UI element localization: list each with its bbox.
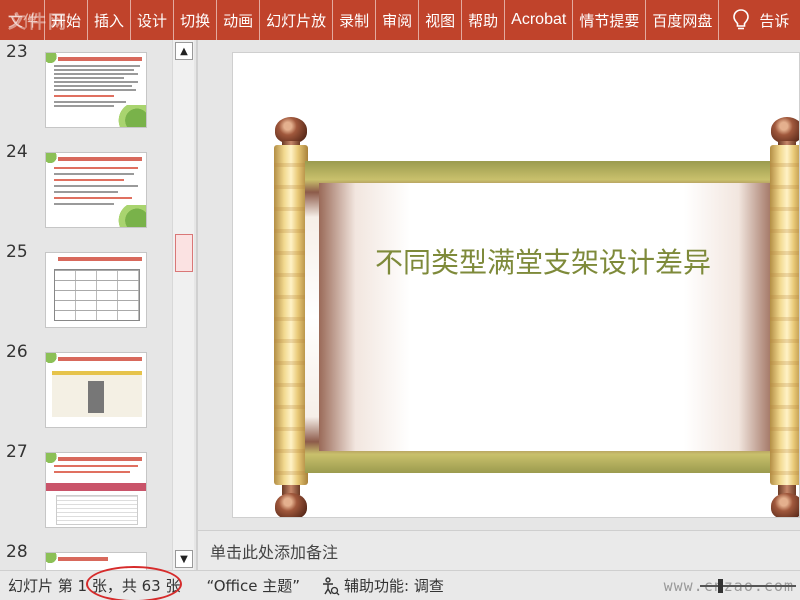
tab-view[interactable]: 视图 [419, 0, 463, 40]
scroll-knob-top-right [771, 117, 799, 143]
slide-editing-area: 不同类型满堂支架设计差异 [198, 40, 800, 530]
notes-pane[interactable]: 单击此处添加备注 [198, 530, 800, 570]
scroll-paper [305, 161, 775, 473]
thumbnail-row[interactable]: 25 [0, 242, 172, 328]
tab-insert[interactable]: 插入 [88, 0, 132, 40]
ribbon-tab-bar: 文件 开始 插入 设计 切换 动画 幻灯片放 录制 审阅 视图 帮助 Acrob… [0, 0, 800, 40]
thumbnail-row[interactable]: 24 [0, 142, 172, 228]
slide-thumbnail[interactable] [45, 152, 147, 228]
thumbnail-row[interactable]: 23 [0, 42, 172, 128]
accessibility-text: 辅助功能: 调查 [344, 577, 444, 595]
accessibility-icon [323, 576, 340, 595]
scroll-paper-inner [319, 183, 775, 451]
tab-animations[interactable]: 动画 [217, 0, 261, 40]
tab-record[interactable]: 录制 [333, 0, 377, 40]
tab-transitions[interactable]: 切换 [174, 0, 218, 40]
scroll-roller-right [770, 145, 799, 485]
thumbnail-scrollbar[interactable]: ▲ ▼ [172, 40, 194, 570]
scroll-knob-bottom-left [275, 493, 307, 517]
slide-thumbnail-pane: 23 24 25 26 27 28 [0, 40, 196, 570]
tab-home[interactable]: 开始 [45, 0, 89, 40]
tell-me-search[interactable]: 告诉 [759, 10, 789, 31]
thumbnail-row[interactable]: 27 [0, 442, 172, 528]
slide-number: 23 [6, 42, 28, 62]
tab-review[interactable]: 审阅 [376, 0, 420, 40]
tab-design[interactable]: 设计 [131, 0, 175, 40]
tab-baidu-netdisk[interactable]: 百度网盘 [646, 0, 720, 40]
zoom-handle[interactable] [718, 579, 723, 593]
scroll-down-arrow-icon[interactable]: ▼ [175, 550, 193, 568]
current-slide[interactable]: 不同类型满堂支架设计差异 [232, 52, 800, 518]
notes-placeholder: 单击此处添加备注 [210, 542, 339, 562]
slide-number: 26 [6, 342, 28, 362]
tab-acrobat[interactable]: Acrobat [505, 0, 574, 40]
accessibility-status[interactable]: 辅助功能: 调查 [320, 575, 444, 596]
theme-name[interactable]: “Office 主题” [206, 575, 300, 596]
zoom-slider[interactable] [700, 579, 796, 593]
scroll-up-arrow-icon[interactable]: ▲ [175, 42, 193, 60]
slide-thumbnail[interactable] [45, 352, 147, 428]
slide-number: 28 [6, 542, 28, 562]
slide-count-indicator[interactable]: 幻灯片 第 1 张，共 63 张 [0, 566, 182, 600]
tab-slideshow[interactable]: 幻灯片放 [260, 0, 334, 40]
scroll-knob-bottom-right [771, 493, 799, 517]
slide-number: 24 [6, 142, 28, 162]
slide-thumbnail[interactable] [45, 52, 147, 128]
tab-file[interactable]: 文件 [0, 0, 46, 40]
scroll-knob-top-left [275, 117, 307, 143]
slide-number: 25 [6, 242, 28, 262]
slide-number: 27 [6, 442, 28, 462]
scroll-roller-left [274, 145, 308, 485]
highlight-circle [86, 566, 182, 600]
slide-title[interactable]: 不同类型满堂支架设计差异 [333, 241, 753, 281]
zoom-track [700, 585, 796, 587]
tab-storyboard[interactable]: 情节提要 [573, 0, 647, 40]
thumbnail-row[interactable]: 26 [0, 342, 172, 428]
lightbulb-icon[interactable] [723, 0, 759, 40]
status-bar: 幻灯片 第 1 张，共 63 张 “Office 主题” 辅助功能: 调查 ww… [0, 566, 800, 600]
tab-help[interactable]: 帮助 [462, 0, 506, 40]
scrollbar-thumb[interactable] [175, 234, 193, 272]
slide-thumbnail[interactable] [45, 252, 147, 328]
slide-thumbnail[interactable] [45, 452, 147, 528]
